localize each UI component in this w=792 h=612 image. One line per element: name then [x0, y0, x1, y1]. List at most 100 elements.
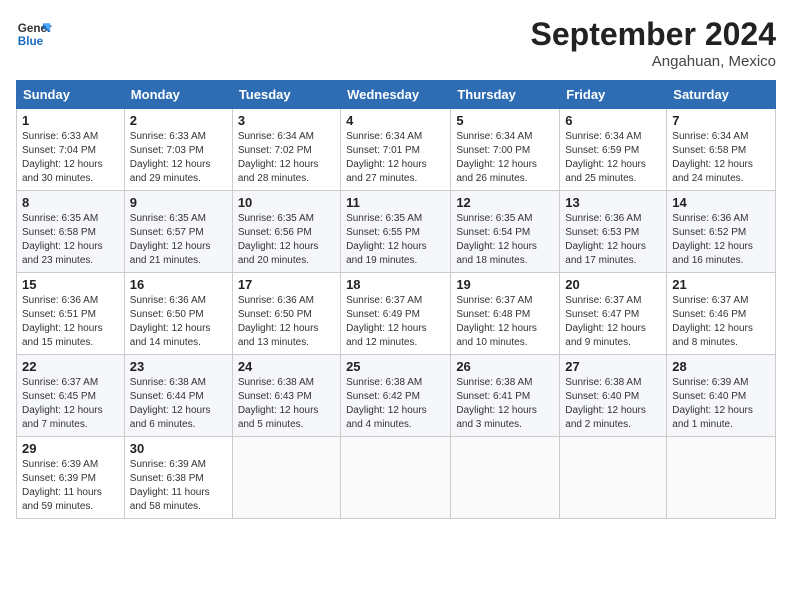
day-info: Sunrise: 6:34 AMSunset: 6:58 PMDaylight:… [672, 131, 753, 184]
calendar-row: 1 Sunrise: 6:33 AMSunset: 7:04 PMDayligh… [17, 109, 776, 191]
day-info: Sunrise: 6:36 AMSunset: 6:50 PMDaylight:… [130, 295, 211, 348]
day-number: 4 [346, 113, 445, 128]
day-info: Sunrise: 6:34 AMSunset: 7:00 PMDaylight:… [456, 131, 537, 184]
table-row [232, 437, 340, 519]
col-thursday: Thursday [451, 81, 560, 109]
table-row: 16 Sunrise: 6:36 AMSunset: 6:50 PMDaylig… [124, 273, 232, 355]
table-row: 26 Sunrise: 6:38 AMSunset: 6:41 PMDaylig… [451, 355, 560, 437]
day-info: Sunrise: 6:35 AMSunset: 6:56 PMDaylight:… [238, 213, 319, 266]
day-number: 28 [672, 359, 770, 374]
day-number: 6 [565, 113, 661, 128]
table-row: 10 Sunrise: 6:35 AMSunset: 6:56 PMDaylig… [232, 191, 340, 273]
table-row: 18 Sunrise: 6:37 AMSunset: 6:49 PMDaylig… [341, 273, 451, 355]
table-row: 23 Sunrise: 6:38 AMSunset: 6:44 PMDaylig… [124, 355, 232, 437]
table-row: 28 Sunrise: 6:39 AMSunset: 6:40 PMDaylig… [667, 355, 776, 437]
day-number: 2 [130, 113, 227, 128]
day-info: Sunrise: 6:37 AMSunset: 6:49 PMDaylight:… [346, 295, 427, 348]
day-number: 25 [346, 359, 445, 374]
day-info: Sunrise: 6:36 AMSunset: 6:50 PMDaylight:… [238, 295, 319, 348]
day-number: 10 [238, 195, 335, 210]
table-row: 14 Sunrise: 6:36 AMSunset: 6:52 PMDaylig… [667, 191, 776, 273]
day-info: Sunrise: 6:39 AMSunset: 6:40 PMDaylight:… [672, 377, 753, 430]
day-info: Sunrise: 6:38 AMSunset: 6:41 PMDaylight:… [456, 377, 537, 430]
day-number: 8 [22, 195, 119, 210]
logo-icon: General Blue [16, 16, 52, 52]
col-friday: Friday [560, 81, 667, 109]
day-info: Sunrise: 6:38 AMSunset: 6:40 PMDaylight:… [565, 377, 646, 430]
day-number: 14 [672, 195, 770, 210]
table-row: 3 Sunrise: 6:34 AMSunset: 7:02 PMDayligh… [232, 109, 340, 191]
header-row: Sunday Monday Tuesday Wednesday Thursday… [17, 81, 776, 109]
day-info: Sunrise: 6:37 AMSunset: 6:45 PMDaylight:… [22, 377, 103, 430]
calendar-table: Sunday Monday Tuesday Wednesday Thursday… [16, 80, 776, 519]
day-number: 21 [672, 277, 770, 292]
col-sunday: Sunday [17, 81, 125, 109]
table-row: 30 Sunrise: 6:39 AMSunset: 6:38 PMDaylig… [124, 437, 232, 519]
day-number: 17 [238, 277, 335, 292]
table-row: 11 Sunrise: 6:35 AMSunset: 6:55 PMDaylig… [341, 191, 451, 273]
table-row: 27 Sunrise: 6:38 AMSunset: 6:40 PMDaylig… [560, 355, 667, 437]
table-row [341, 437, 451, 519]
table-row: 17 Sunrise: 6:36 AMSunset: 6:50 PMDaylig… [232, 273, 340, 355]
table-row [560, 437, 667, 519]
day-number: 1 [22, 113, 119, 128]
day-number: 30 [130, 441, 227, 456]
day-number: 22 [22, 359, 119, 374]
logo: General Blue General Blue [16, 16, 52, 52]
day-number: 13 [565, 195, 661, 210]
table-row: 21 Sunrise: 6:37 AMSunset: 6:46 PMDaylig… [667, 273, 776, 355]
calendar-row: 15 Sunrise: 6:36 AMSunset: 6:51 PMDaylig… [17, 273, 776, 355]
day-info: Sunrise: 6:33 AMSunset: 7:04 PMDaylight:… [22, 131, 103, 184]
day-info: Sunrise: 6:37 AMSunset: 6:47 PMDaylight:… [565, 295, 646, 348]
day-number: 3 [238, 113, 335, 128]
day-number: 7 [672, 113, 770, 128]
day-info: Sunrise: 6:37 AMSunset: 6:48 PMDaylight:… [456, 295, 537, 348]
table-row: 8 Sunrise: 6:35 AMSunset: 6:58 PMDayligh… [17, 191, 125, 273]
location-title: Angahuan, Mexico [531, 53, 776, 70]
day-number: 9 [130, 195, 227, 210]
table-row: 2 Sunrise: 6:33 AMSunset: 7:03 PMDayligh… [124, 109, 232, 191]
day-number: 27 [565, 359, 661, 374]
table-row: 15 Sunrise: 6:36 AMSunset: 6:51 PMDaylig… [17, 273, 125, 355]
col-saturday: Saturday [667, 81, 776, 109]
month-title: September 2024 [531, 16, 776, 53]
day-number: 18 [346, 277, 445, 292]
calendar-row: 29 Sunrise: 6:39 AMSunset: 6:39 PMDaylig… [17, 437, 776, 519]
calendar-row: 22 Sunrise: 6:37 AMSunset: 6:45 PMDaylig… [17, 355, 776, 437]
table-row: 19 Sunrise: 6:37 AMSunset: 6:48 PMDaylig… [451, 273, 560, 355]
day-info: Sunrise: 6:34 AMSunset: 7:02 PMDaylight:… [238, 131, 319, 184]
day-number: 16 [130, 277, 227, 292]
col-wednesday: Wednesday [341, 81, 451, 109]
table-row: 20 Sunrise: 6:37 AMSunset: 6:47 PMDaylig… [560, 273, 667, 355]
day-info: Sunrise: 6:35 AMSunset: 6:57 PMDaylight:… [130, 213, 211, 266]
day-info: Sunrise: 6:36 AMSunset: 6:53 PMDaylight:… [565, 213, 646, 266]
table-row: 22 Sunrise: 6:37 AMSunset: 6:45 PMDaylig… [17, 355, 125, 437]
table-row: 9 Sunrise: 6:35 AMSunset: 6:57 PMDayligh… [124, 191, 232, 273]
day-info: Sunrise: 6:34 AMSunset: 7:01 PMDaylight:… [346, 131, 427, 184]
table-row: 7 Sunrise: 6:34 AMSunset: 6:58 PMDayligh… [667, 109, 776, 191]
table-row: 13 Sunrise: 6:36 AMSunset: 6:53 PMDaylig… [560, 191, 667, 273]
day-info: Sunrise: 6:36 AMSunset: 6:52 PMDaylight:… [672, 213, 753, 266]
day-info: Sunrise: 6:36 AMSunset: 6:51 PMDaylight:… [22, 295, 103, 348]
calendar-row: 8 Sunrise: 6:35 AMSunset: 6:58 PMDayligh… [17, 191, 776, 273]
day-info: Sunrise: 6:37 AMSunset: 6:46 PMDaylight:… [672, 295, 753, 348]
table-row: 24 Sunrise: 6:38 AMSunset: 6:43 PMDaylig… [232, 355, 340, 437]
day-number: 11 [346, 195, 445, 210]
day-info: Sunrise: 6:38 AMSunset: 6:42 PMDaylight:… [346, 377, 427, 430]
day-info: Sunrise: 6:38 AMSunset: 6:43 PMDaylight:… [238, 377, 319, 430]
day-number: 20 [565, 277, 661, 292]
day-info: Sunrise: 6:35 AMSunset: 6:55 PMDaylight:… [346, 213, 427, 266]
title-area: September 2024 Angahuan, Mexico [531, 16, 776, 70]
table-row: 5 Sunrise: 6:34 AMSunset: 7:00 PMDayligh… [451, 109, 560, 191]
table-row [451, 437, 560, 519]
day-number: 23 [130, 359, 227, 374]
day-number: 15 [22, 277, 119, 292]
day-info: Sunrise: 6:38 AMSunset: 6:44 PMDaylight:… [130, 377, 211, 430]
table-row [667, 437, 776, 519]
day-info: Sunrise: 6:39 AMSunset: 6:39 PMDaylight:… [22, 459, 102, 512]
day-info: Sunrise: 6:34 AMSunset: 6:59 PMDaylight:… [565, 131, 646, 184]
day-number: 29 [22, 441, 119, 456]
day-info: Sunrise: 6:35 AMSunset: 6:54 PMDaylight:… [456, 213, 537, 266]
table-row: 6 Sunrise: 6:34 AMSunset: 6:59 PMDayligh… [560, 109, 667, 191]
day-info: Sunrise: 6:33 AMSunset: 7:03 PMDaylight:… [130, 131, 211, 184]
